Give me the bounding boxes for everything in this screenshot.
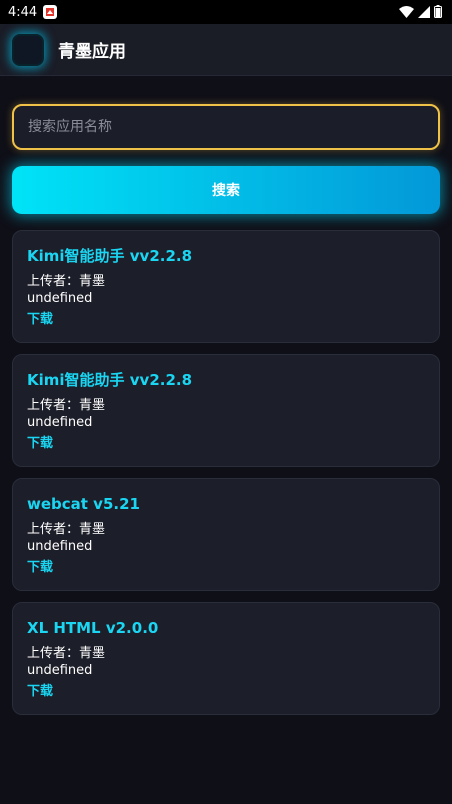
app-bar: 青墨应用 [0,24,452,76]
app-description: undefined [27,291,93,306]
notification-app-icon [43,5,58,19]
uploader-name: 青墨 [79,522,106,537]
app-list: Kimi智能助手 vv2.2.8 上传者：青墨 undefined 下载 Kim… [12,230,440,715]
uploader-name: 青墨 [79,274,106,289]
status-left: 4:44 [8,4,58,20]
app-uploader: 上传者：青墨 [27,273,425,290]
search-input[interactable] [12,104,440,150]
download-link[interactable]: 下载 [27,558,53,578]
app-description: undefined [27,539,93,554]
app-card: webcat v5.21 上传者：青墨 undefined 下载 [12,478,440,591]
app-name: webcat v5.21 [27,495,140,513]
download-link[interactable]: 下载 [27,310,53,330]
uploader-label: 上传者： [27,274,80,289]
battery-icon [434,3,442,22]
status-time: 4:44 [8,4,38,20]
app-name: XL HTML v2.0.0 [27,619,159,637]
status-bar: 4:44 [0,0,452,24]
app-title: 青墨应用 [58,42,126,62]
app-name: Kimi智能助手 vv2.2.8 [27,247,193,265]
app-card: Kimi智能助手 vv2.2.8 上传者：青墨 undefined 下载 [12,230,440,343]
wifi-icon [399,3,414,22]
uploader-name: 青墨 [79,398,106,413]
app-logo [12,33,44,66]
app-uploader: 上传者：青墨 [27,645,425,662]
status-right [399,3,442,22]
app-uploader: 上传者：青墨 [27,521,425,538]
main-content: 搜索 Kimi智能助手 vv2.2.8 上传者：青墨 undefined 下载 … [0,76,452,715]
app-description: undefined [27,663,93,678]
app-description: undefined [27,415,93,430]
uploader-name: 青墨 [79,646,106,661]
app-uploader: 上传者：青墨 [27,397,425,414]
app-name: Kimi智能助手 vv2.2.8 [27,371,193,389]
app-card: Kimi智能助手 vv2.2.8 上传者：青墨 undefined 下载 [12,354,440,467]
download-link[interactable]: 下载 [27,434,53,454]
search-button[interactable]: 搜索 [12,166,440,214]
app-card: XL HTML v2.0.0 上传者：青墨 undefined 下载 [12,602,440,715]
uploader-label: 上传者： [27,398,80,413]
uploader-label: 上传者： [27,522,80,537]
uploader-label: 上传者： [27,646,80,661]
cellular-signal-icon [418,3,430,22]
download-link[interactable]: 下载 [27,682,53,702]
